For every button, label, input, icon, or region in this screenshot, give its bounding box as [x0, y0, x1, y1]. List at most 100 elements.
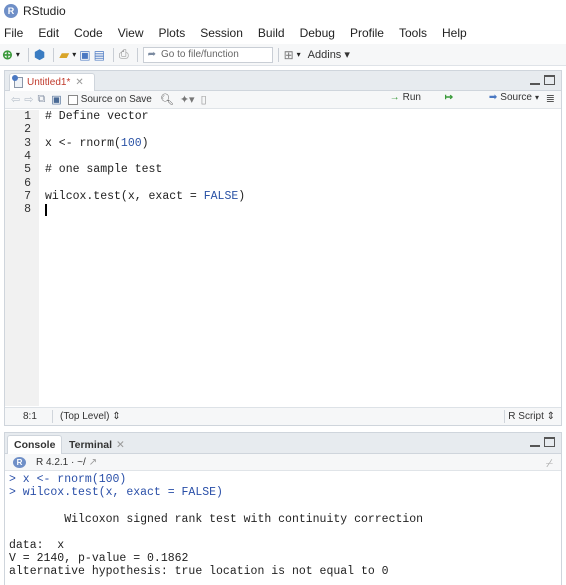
forward-arrow-icon[interactable]: ⇨ — [24, 93, 33, 106]
r-document-icon — [12, 75, 23, 88]
cursor-position: 8:1 — [23, 411, 37, 422]
maximize-pane-icon[interactable] — [544, 437, 555, 447]
minimize-pane-icon[interactable] — [530, 437, 540, 447]
goto-file-function-input[interactable]: ➦ Go to file/function — [142, 46, 273, 63]
status-divider — [504, 410, 505, 423]
run-arrow-icon: → — [389, 92, 400, 103]
console-line: Wilcoxon signed rank test with continuit… — [9, 512, 424, 526]
line-number: 2 — [24, 123, 31, 137]
addins-menu[interactable]: Addins ▾ — [308, 48, 350, 61]
minimize-pane-icon[interactable] — [530, 75, 540, 85]
back-arrow-icon[interactable]: ⇦ — [11, 93, 20, 106]
new-file-icon[interactable]: ⊕ — [2, 46, 13, 64]
menu-tools[interactable]: Tools — [399, 26, 427, 40]
tab-label: Untitled1* — [27, 77, 71, 88]
r-version-label: R 4.2.1 · ~/ — [36, 456, 86, 468]
open-file-dropdown-icon[interactable]: ▾ — [72, 46, 76, 64]
close-terminal-icon[interactable]: ✕ — [116, 439, 125, 451]
code-line: 2 — [5, 123, 561, 136]
menu-build[interactable]: Build — [258, 26, 285, 40]
console-line: data: x — [9, 538, 65, 552]
console-line: > x <- rnorm(100) — [9, 473, 127, 486]
tab-console[interactable]: Console — [7, 435, 63, 454]
source-dropdown-icon[interactable]: ▾ — [535, 93, 539, 102]
show-in-window-icon[interactable]: ⧉ — [37, 93, 45, 106]
line-number: 6 — [24, 176, 31, 190]
menu-profile[interactable]: Profile — [350, 26, 384, 40]
menu-session[interactable]: Session — [200, 26, 243, 40]
source-label: Source — [500, 92, 532, 103]
code-text-assign: x <- rnorm(100) — [45, 136, 149, 150]
line-number: 4 — [24, 149, 31, 163]
editor-tab-strip: Untitled1* ✕ — [5, 71, 561, 91]
code-line: 7 wilcox.test(x, exact = FALSE) — [5, 190, 561, 203]
save-icon[interactable]: ▣ — [51, 93, 61, 106]
menu-file[interactable]: File — [4, 26, 23, 40]
source-on-save-checkbox[interactable] — [67, 94, 78, 105]
editor-status-bar: 8:1 (Top Level) ⇕ R Script ⇕ — [5, 407, 561, 425]
print-icon[interactable]: ⎙ — [119, 46, 129, 64]
toolbar-divider — [53, 47, 55, 62]
menu-view[interactable]: View — [118, 26, 144, 40]
toolbar-divider — [277, 47, 279, 62]
console-output[interactable]: > x <- rnorm(100) > wilcox.test(x, exact… — [9, 473, 559, 579]
menu-debug[interactable]: Debug — [300, 26, 335, 40]
new-file-dropdown-icon[interactable]: ▾ — [16, 46, 20, 64]
menu-code[interactable]: Code — [74, 26, 103, 40]
new-project-icon[interactable]: ⬢ — [34, 46, 45, 64]
scope-selector[interactable]: (Top Level) ⇕ — [60, 411, 121, 422]
source-editor-pane: Untitled1* ✕ ⇦ ⇨ ⧉ ▣ Source on Save 🔍︎ ✦… — [4, 70, 562, 426]
line-number: 5 — [24, 163, 31, 177]
line-number: 3 — [24, 136, 31, 150]
console-tab-strip: Console Terminal ✕ — [5, 433, 561, 454]
code-text: # Define vector — [45, 110, 149, 123]
search-icon[interactable]: 🔍︎ — [160, 93, 174, 106]
clear-console-broom-icon[interactable]: ⌿ — [546, 456, 553, 471]
window-title: RStudio — [23, 4, 66, 18]
r-logo-icon: R — [13, 456, 26, 468]
grid-layout-dropdown-icon[interactable]: ▾ — [297, 46, 301, 64]
menu-bar: File Edit Code View Plots Session Build … — [0, 22, 566, 44]
console-pane: Console Terminal ✕ R R 4.2.1 · ~/ ↗ ⌿ > … — [4, 432, 562, 585]
compile-report-icon[interactable]: ▯ — [201, 93, 207, 106]
menu-edit[interactable]: Edit — [38, 26, 59, 40]
goto-placeholder: Go to file/function — [160, 49, 239, 60]
toolbar-divider — [112, 47, 114, 62]
tab-console-label: Console — [14, 439, 56, 451]
source-on-save-label: Source on Save — [80, 94, 152, 105]
go-to-directory-icon[interactable]: ↗ — [89, 457, 97, 468]
save-all-icon[interactable]: ▤ — [94, 46, 105, 64]
source-button[interactable]: ➡ Source ▾ — [489, 92, 539, 103]
grid-layout-icon[interactable]: ⊞ — [284, 46, 294, 64]
source-arrow-icon: ➡ — [488, 92, 498, 103]
code-line: 1 # Define vector — [5, 110, 561, 123]
save-icon[interactable]: ▣ — [79, 46, 90, 64]
line-number: 8 — [24, 203, 31, 217]
file-type-selector[interactable]: R Script ⇕ — [508, 411, 555, 422]
rstudio-logo-icon: R — [4, 4, 18, 18]
line-number: 1 — [24, 110, 31, 123]
console-line: V = 2140, p-value = 0.1862 — [9, 552, 189, 566]
maximize-pane-icon[interactable] — [544, 75, 555, 85]
code-tools-wand-icon[interactable]: ✦▾ — [180, 93, 195, 106]
document-outline-icon[interactable]: ≣ — [546, 92, 555, 105]
code-line: 3 x <- rnorm(100) — [5, 137, 561, 150]
console-info-bar: R R 4.2.1 · ~/ ↗ ⌿ — [5, 454, 561, 471]
menu-help[interactable]: Help — [442, 26, 467, 40]
main-toolbar: ⊕ ▾ ⬢ ▰ ▾ ▣ ▤ ⎙ ➦ Go to file/function ⊞ … — [0, 44, 566, 66]
code-editor[interactable]: 1 # Define vector 2 3 x <- rnorm(100) 4 … — [5, 110, 561, 406]
title-bar: R RStudio — [0, 0, 566, 22]
close-tab-icon[interactable]: ✕ — [75, 77, 83, 88]
tab-terminal[interactable]: Terminal ✕ — [63, 435, 131, 454]
run-button[interactable]: → Run — [390, 92, 421, 103]
status-divider — [52, 410, 53, 423]
rerun-icon[interactable]: ↦ — [445, 92, 453, 103]
code-line: 5 # one sample test — [5, 163, 561, 176]
toolbar-divider — [136, 47, 138, 62]
menu-plots[interactable]: Plots — [159, 26, 186, 40]
toolbar-divider — [27, 47, 29, 62]
open-file-icon[interactable]: ▰ — [59, 46, 69, 64]
tab-untitled1[interactable]: Untitled1* ✕ — [9, 73, 95, 91]
